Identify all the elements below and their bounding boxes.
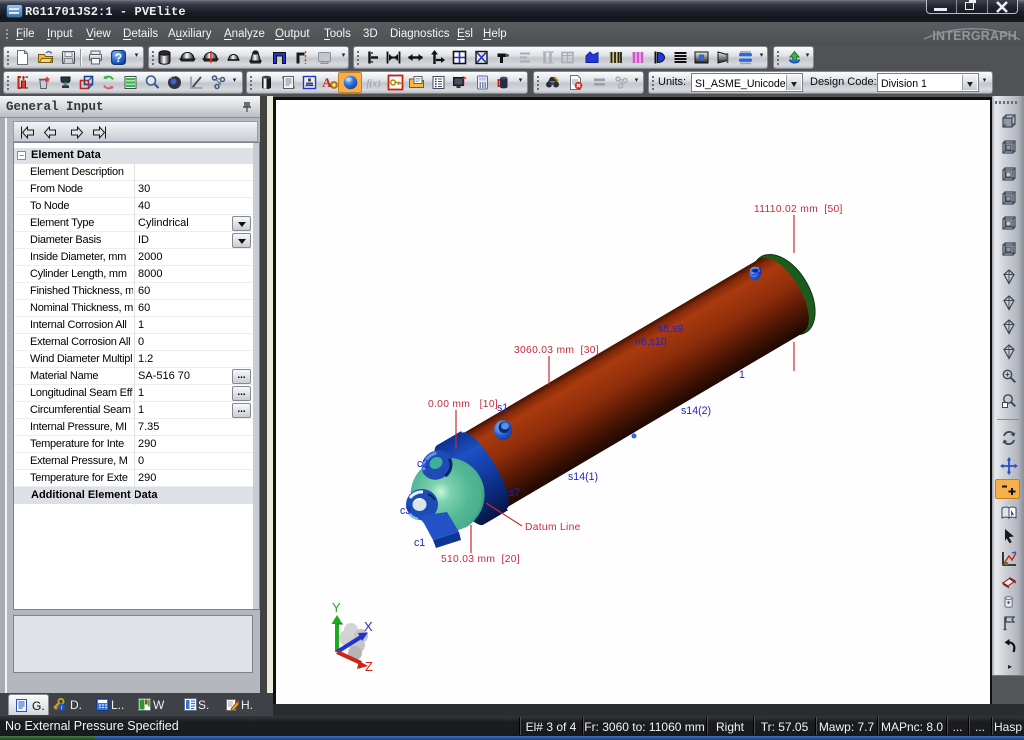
svg-text:3060.03 mm [30]: 3060.03 mm [30] xyxy=(514,345,599,356)
svg-text:s14(2): s14(2) xyxy=(681,405,711,417)
svg-text:s7: s7 xyxy=(509,487,520,499)
svg-text:s14(1): s14(1) xyxy=(568,471,598,483)
svg-text:s1: s1 xyxy=(497,402,508,414)
svg-text:c2: c2 xyxy=(417,458,428,470)
svg-text:s4: s4 xyxy=(751,266,762,278)
svg-text:510.03 mm [20]: 510.03 mm [20] xyxy=(441,554,520,565)
svg-text:Y: Y xyxy=(332,600,341,615)
svg-text:X: X xyxy=(364,619,373,634)
svg-text:c1: c1 xyxy=(414,537,425,549)
svg-text:n6,s10: n6,s10 xyxy=(635,336,667,348)
svg-text:c3: c3 xyxy=(400,505,411,517)
svg-text:0.00 mm [10]: 0.00 mm [10] xyxy=(428,399,498,410)
svg-text:s8,s9: s8,s9 xyxy=(658,323,683,335)
svg-text:Z: Z xyxy=(365,659,373,674)
svg-text:1: 1 xyxy=(739,369,745,381)
svg-text:11110.02 mm [50]: 11110.02 mm [50] xyxy=(754,204,843,215)
svg-text:Datum Line: Datum Line xyxy=(525,522,581,533)
